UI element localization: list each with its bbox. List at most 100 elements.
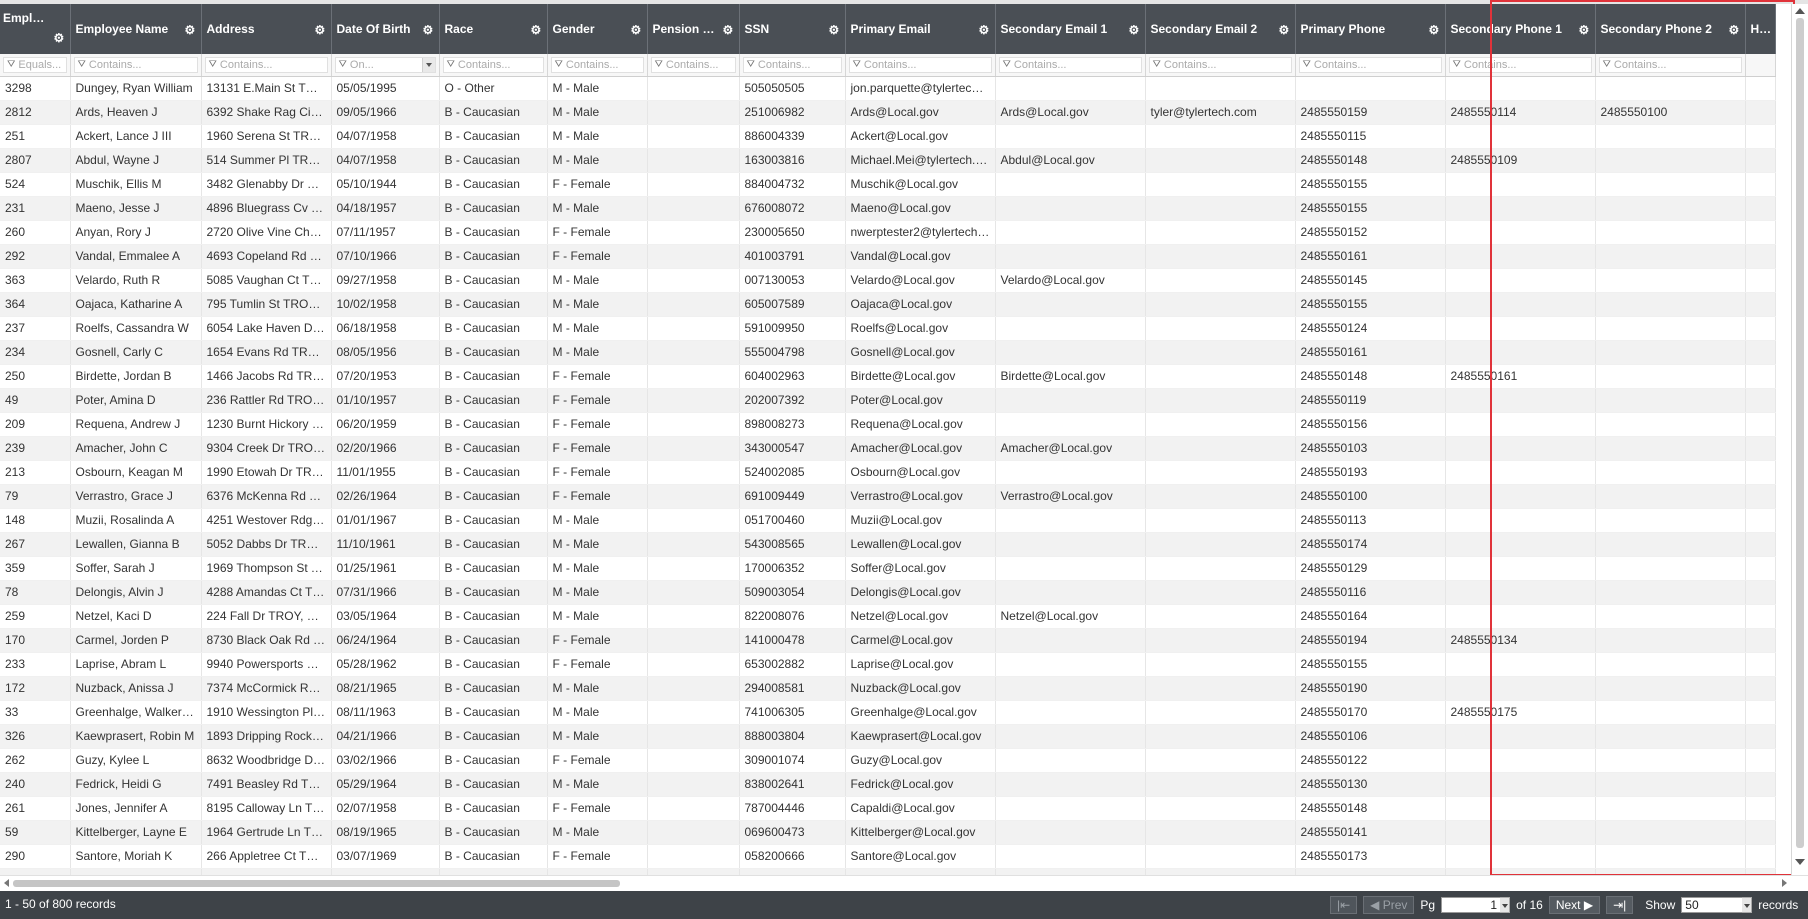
horizontal-scrollbar[interactable] xyxy=(0,875,1808,891)
table-row[interactable]: 231Maeno, Jesse J4896 Bluegrass Cv TROY,… xyxy=(0,196,1776,221)
table-row[interactable]: 209 Requena, Andrew J 1230 Burnt Hickory D… xyxy=(0,412,1776,437)
table-row[interactable]: 290 Santore, Moriah K 266 Appletree Ct TRO… xyxy=(0,844,1776,869)
scroll-down-icon[interactable] xyxy=(1795,859,1805,865)
table-row[interactable]: 326 Kaewprasert, Robin M 1893 Dripping Roc… xyxy=(0,724,1776,749)
gear-icon[interactable]: ⚙ xyxy=(1129,24,1140,36)
table-row[interactable]: 240Fedrick, Heidi G7491 Beasley Rd TROY,… xyxy=(0,772,1776,797)
gear-icon[interactable]: ⚙ xyxy=(631,24,642,36)
table-row[interactable]: 33 Greenhalge, Walker mid... 1910 Wessingt… xyxy=(0,700,1776,725)
filter-icon[interactable]: ⛛ xyxy=(1303,59,1311,70)
gear-icon[interactable]: ⚙ xyxy=(1729,24,1740,36)
gear-icon[interactable]: ⚙ xyxy=(423,24,434,36)
column-header-name[interactable]: Employee Name ⚙ xyxy=(70,4,202,54)
table-row[interactable]: 251 Ackert, Lance J III 1960 Serena St TRO… xyxy=(0,124,1776,149)
gear-icon[interactable]: ⚙ xyxy=(829,24,840,36)
filter-icon[interactable]: ⛛ xyxy=(555,59,563,70)
filter-input[interactable] xyxy=(1163,58,1291,71)
last-page-button[interactable]: ⇥| xyxy=(1606,896,1634,914)
gear-icon[interactable]: ⚙ xyxy=(1429,24,1440,36)
column-header-pension[interactable]: Pension Nu... ⚙ xyxy=(647,4,740,54)
filter-input[interactable] xyxy=(757,58,841,71)
filter-input[interactable] xyxy=(1463,58,1591,71)
filter-input[interactable] xyxy=(1013,58,1141,71)
table-row[interactable]: 233 Laprise, Abram L 9940 Powersports Cir … xyxy=(0,652,1776,677)
gear-icon[interactable]: ⚙ xyxy=(315,24,326,36)
filter-input[interactable] xyxy=(88,58,197,71)
table-row[interactable]: 213 Osbourn, Keagan M 1990 Etowah Dr TROY,… xyxy=(0,460,1776,485)
page-dropdown-icon[interactable] xyxy=(1500,897,1511,913)
column-header-id[interactable]: Employee ... ⚙ xyxy=(0,4,71,54)
horizontal-scroll-thumb[interactable] xyxy=(13,880,620,887)
scroll-left-icon[interactable] xyxy=(4,879,9,887)
table-row[interactable]: 261 Jones, Jennifer A 8195 Calloway Ln TRO… xyxy=(0,796,1776,821)
dropdown-arrow-icon[interactable] xyxy=(421,57,435,72)
gear-icon[interactable]: ⚙ xyxy=(531,24,542,36)
filter-input[interactable] xyxy=(1613,58,1741,71)
column-header-h[interactable]: H xyxy=(1745,4,1776,54)
table-row[interactable]: 74Legere, Zakary M2444 Mulberry Way TRO.… xyxy=(0,868,1776,875)
column-header-secondary-email-2[interactable]: Secondary Email 2 ⚙ xyxy=(1145,4,1296,54)
table-row[interactable]: 78Delongis, Alvin J4288 Amandas Ct TROY,… xyxy=(0,580,1776,605)
filter-icon[interactable]: ⛛ xyxy=(655,59,663,70)
gear-icon[interactable]: ⚙ xyxy=(979,24,990,36)
vertical-scroll-thumb[interactable] xyxy=(1796,18,1804,848)
vertical-scrollbar[interactable] xyxy=(1791,4,1808,875)
filter-icon[interactable]: ⛛ xyxy=(853,59,861,70)
column-header-primary-phone[interactable]: Primary Phone ⚙ xyxy=(1295,4,1446,54)
table-row[interactable]: 359Soffer, Sarah J1969 Thompson St TROY.… xyxy=(0,556,1776,581)
gear-icon[interactable]: ⚙ xyxy=(54,32,65,44)
filter-icon[interactable]: ⛛ xyxy=(78,59,86,70)
table-row[interactable]: 363Velardo, Ruth R5085 Vaughan Ct TROY, … xyxy=(0,268,1776,293)
table-row[interactable]: 250 Birdette, Jordan B 1466 Jacobs Rd TROY… xyxy=(0,364,1776,389)
filter-icon[interactable]: ⛛ xyxy=(1153,59,1161,70)
filter-icon[interactable]: ⛛ xyxy=(747,59,755,70)
table-row[interactable]: 239Amacher, John C9304 Creek Dr TROY, MI… xyxy=(0,436,1776,461)
prev-page-button[interactable]: ◀ Prev xyxy=(1363,896,1415,914)
table-row[interactable]: 267 Lewallen, Gianna B 5052 Dabbs Dr TROY,… xyxy=(0,532,1776,557)
table-row[interactable]: 364 Oajaca, Katharine A 795 Tumlin St TROY… xyxy=(0,292,1776,317)
table-row[interactable]: 170Carmel, Jorden P8730 Black Oak Rd TRO… xyxy=(0,628,1776,653)
table-row[interactable]: 262Guzy, Kylee L8632 Woodbridge Dr TR...… xyxy=(0,748,1776,773)
gear-icon[interactable]: ⚙ xyxy=(723,24,734,36)
gear-icon[interactable]: ⚙ xyxy=(185,24,196,36)
column-header-secondary-phone-2[interactable]: Secondary Phone 2 ⚙ xyxy=(1595,4,1746,54)
filter-input[interactable] xyxy=(457,58,543,71)
table-row[interactable]: 2807Abdul, Wayne J514 Summer Pl TROY, MI… xyxy=(0,148,1776,173)
filter-icon[interactable]: ⛛ xyxy=(447,59,455,70)
gear-icon[interactable]: ⚙ xyxy=(1279,24,1290,36)
first-page-button[interactable]: |⇤ xyxy=(1330,896,1358,914)
table-row[interactable]: 234Gosnell, Carly C1654 Evans Rd TROY, M… xyxy=(0,340,1776,365)
table-row[interactable]: 292Vandal, Emmalee A4693 Copeland Rd TRO… xyxy=(0,244,1776,269)
column-header-ssn[interactable]: SSN ⚙ xyxy=(739,4,846,54)
filter-input[interactable] xyxy=(1313,58,1441,71)
next-page-button[interactable]: Next ▶ xyxy=(1548,896,1601,914)
scroll-up-icon[interactable] xyxy=(1795,8,1805,14)
table-row[interactable]: 2812Ards, Heaven J6392 Shake Rag Cir TRO… xyxy=(0,100,1776,125)
column-header-gender[interactable]: Gender ⚙ xyxy=(547,4,648,54)
table-row[interactable]: 237 Roelfs, Cassandra W 6054 Lake Haven Dr… xyxy=(0,316,1776,341)
column-header-secondary-phone-1[interactable]: Secondary Phone 1 ⚙ xyxy=(1445,4,1596,54)
table-row[interactable]: 79Verrastro, Grace J6376 McKenna Rd TROY… xyxy=(0,484,1776,509)
table-row[interactable]: 59 Kittelberger, Layne E 1964 Gertrude Ln … xyxy=(0,820,1776,845)
filter-input[interactable] xyxy=(219,58,327,71)
page-size-input[interactable] xyxy=(1681,897,1744,913)
column-header-race[interactable]: Race ⚙ xyxy=(439,4,548,54)
filter-icon[interactable]: ⛛ xyxy=(1603,59,1611,70)
filter-icon[interactable]: ⛛ xyxy=(339,59,347,70)
table-row[interactable]: 260Anyan, Rory J2720 Olive Vine Church .… xyxy=(0,220,1776,245)
table-row[interactable]: 49Poter, Amina D236 Rattler Rd TROY, MI … xyxy=(0,388,1776,413)
column-header-address[interactable]: Address ⚙ xyxy=(201,4,332,54)
filter-icon[interactable]: ⛛ xyxy=(7,59,15,70)
filter-input[interactable] xyxy=(863,58,991,71)
filter-icon[interactable]: ⛛ xyxy=(209,59,217,70)
table-row[interactable]: 148 Muzii, Rosalinda A 4251 Westover Rdg T… xyxy=(0,508,1776,533)
table-row[interactable]: 172Nuzback, Anissa J7374 McCormick Rd TR… xyxy=(0,676,1776,701)
table-row[interactable]: 524Muschik, Ellis M3482 Glenabby Dr TROY… xyxy=(0,172,1776,197)
table-row[interactable]: 259Netzel, Kaci D224 Fall Dr TROY, MI 48… xyxy=(0,604,1776,629)
page-number-input[interactable] xyxy=(1441,897,1502,913)
filter-input[interactable] xyxy=(665,58,735,71)
filter-icon[interactable]: ⛛ xyxy=(1453,59,1461,70)
column-header-primary-email[interactable]: Primary Email ⚙ xyxy=(845,4,996,54)
gear-icon[interactable]: ⚙ xyxy=(1579,24,1590,36)
filter-input[interactable] xyxy=(565,58,643,71)
